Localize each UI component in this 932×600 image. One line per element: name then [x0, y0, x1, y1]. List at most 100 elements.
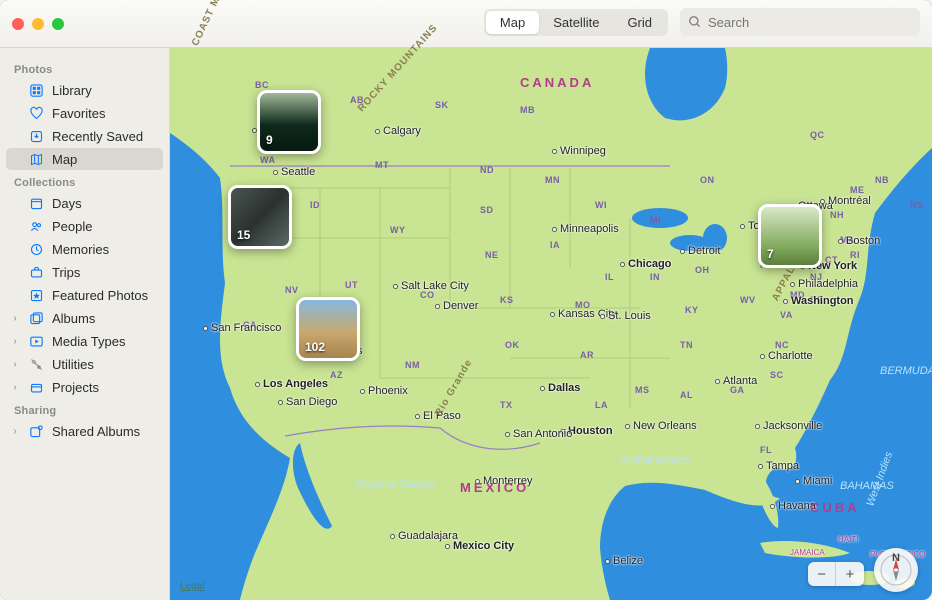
sidebar-item-trips[interactable]: Trips	[6, 261, 163, 283]
legal-link[interactable]: Legal	[180, 581, 204, 592]
state-label: SD	[480, 205, 494, 215]
photo-cluster[interactable]: 15	[228, 185, 292, 249]
view-tab-map[interactable]: Map	[486, 11, 539, 34]
sidebar-item-label: Albums	[52, 311, 95, 326]
state-label: NC	[775, 340, 789, 350]
city-label: Washington	[783, 295, 854, 307]
state-label: ID	[310, 200, 320, 210]
map-view[interactable]: WAORIDMTNDSDMNWIMINYVTNHMEMARICTPANJDEMD…	[170, 48, 932, 600]
state-label: TN	[680, 340, 693, 350]
city-label: Philadelphia	[790, 278, 858, 290]
cluster-pointer-icon	[783, 265, 797, 268]
disclosure-chevron-icon[interactable]: ›	[10, 359, 20, 370]
state-label: AZ	[330, 370, 343, 380]
sidebar-item-shared-albums[interactable]: › Shared Albums	[6, 420, 163, 442]
sidebar-item-favorites[interactable]: Favorites	[6, 102, 163, 124]
state-label: TX	[500, 400, 513, 410]
people-icon	[28, 218, 44, 234]
cluster-count: 102	[305, 340, 325, 354]
state-label: AR	[580, 350, 594, 360]
sidebar-item-label: Media Types	[52, 334, 125, 349]
state-label: OK	[505, 340, 520, 350]
sidebar-item-map[interactable]: Map	[6, 148, 163, 170]
zoom-in-button[interactable]: +	[836, 562, 864, 586]
disclosure-chevron-icon[interactable]: ›	[10, 382, 20, 393]
search-icon	[688, 15, 702, 29]
media-icon	[28, 333, 44, 349]
city-label: Salt Lake City	[393, 280, 469, 292]
disclosure-chevron-icon[interactable]: ›	[10, 336, 20, 347]
state-label: ON	[700, 175, 715, 185]
sidebar: Photos Library Favorites Recently Saved …	[0, 48, 170, 600]
sidebar-item-label: Shared Albums	[52, 424, 140, 439]
state-label: NV	[285, 285, 299, 295]
minimize-window-button[interactable]	[32, 18, 44, 30]
sidebar-item-media-types[interactable]: › Media Types	[6, 330, 163, 352]
sidebar-item-albums[interactable]: › Albums	[6, 307, 163, 329]
cluster-pointer-icon	[282, 151, 296, 154]
suitcase-icon	[28, 264, 44, 280]
state-label: KY	[685, 305, 699, 315]
sidebar-item-memories[interactable]: Memories	[6, 238, 163, 260]
sidebar-item-label: Days	[52, 196, 82, 211]
city-label: Detroit	[680, 245, 720, 257]
app-window: MapSatelliteGrid Photos Library Favorite…	[0, 0, 932, 600]
search-input[interactable]	[708, 15, 912, 30]
state-label: ND	[480, 165, 494, 175]
sidebar-item-label: Memories	[52, 242, 109, 257]
shared-icon	[28, 423, 44, 439]
sidebar-item-label: Library	[52, 83, 92, 98]
state-label: MI	[650, 215, 661, 225]
city-label: Mexico City	[445, 540, 514, 552]
sidebar-item-recently-saved[interactable]: Recently Saved	[6, 125, 163, 147]
sidebar-item-label: People	[52, 219, 92, 234]
city-label: Los Angeles	[255, 378, 328, 390]
compass-button[interactable]: N	[874, 548, 918, 592]
library-icon	[28, 82, 44, 98]
sidebar-section-photos: Photos	[0, 58, 169, 78]
photo-cluster[interactable]: 102	[296, 297, 360, 361]
sidebar-section-sharing: Sharing	[0, 399, 169, 419]
projects-icon	[28, 379, 44, 395]
sidebar-item-library[interactable]: Library	[6, 79, 163, 101]
disclosure-chevron-icon[interactable]: ›	[10, 426, 20, 437]
state-label: NM	[405, 360, 420, 370]
city-label: Denver	[435, 300, 478, 312]
cluster-pointer-icon	[253, 246, 267, 249]
state-label: UT	[345, 280, 358, 290]
ocean-label: Tropic of Cancer	[355, 478, 436, 490]
sidebar-item-featured-photos[interactable]: Featured Photos	[6, 284, 163, 306]
zoom-out-button[interactable]: −	[808, 562, 836, 586]
state-label: IL	[605, 272, 614, 282]
sidebar-item-label: Utilities	[52, 357, 94, 372]
state-label: KS	[500, 295, 514, 305]
sidebar-item-label: Recently Saved	[52, 129, 143, 144]
close-window-button[interactable]	[12, 18, 24, 30]
sidebar-item-people[interactable]: People	[6, 215, 163, 237]
sidebar-item-projects[interactable]: ›Projects	[6, 376, 163, 398]
country-label: CUBA	[810, 500, 860, 515]
sidebar-item-utilities[interactable]: › Utilities	[6, 353, 163, 375]
search-field[interactable]	[680, 8, 920, 36]
state-label: AL	[680, 390, 693, 400]
city-label: Winnipeg	[552, 145, 606, 157]
state-label: MS	[635, 385, 650, 395]
photo-cluster[interactable]: 9	[257, 90, 321, 154]
state-label: IA	[550, 240, 560, 250]
city-label: San Diego	[278, 396, 337, 408]
state-label: WV	[740, 295, 756, 305]
view-tab-satellite[interactable]: Satellite	[539, 11, 613, 34]
city-label: San Antonio	[505, 428, 572, 440]
state-label: VA	[780, 310, 793, 320]
cluster-count: 7	[767, 247, 774, 261]
zoom-window-button[interactable]	[52, 18, 64, 30]
state-label: SK	[435, 100, 449, 110]
view-mode-segmented-control: MapSatelliteGrid	[484, 9, 668, 36]
sidebar-item-days[interactable]: Days	[6, 192, 163, 214]
view-tab-grid[interactable]: Grid	[613, 11, 666, 34]
city-label: Minneapolis	[552, 223, 619, 235]
utilities-icon	[28, 356, 44, 372]
disclosure-chevron-icon[interactable]: ›	[10, 313, 20, 324]
photo-cluster[interactable]: 7	[758, 204, 822, 268]
window-body: Photos Library Favorites Recently Saved …	[0, 48, 932, 600]
